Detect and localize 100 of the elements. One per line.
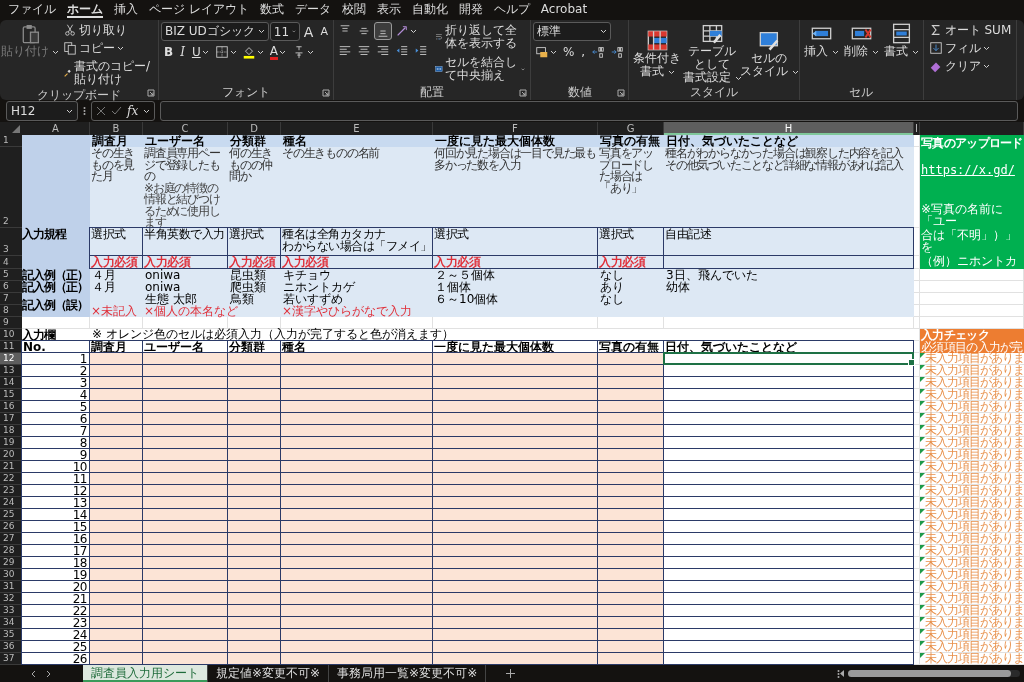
ribbon-button[interactable]: オート SUM xyxy=(925,22,1015,38)
menu-tab[interactable]: Acrobat xyxy=(540,2,588,18)
ribbon-button[interactable]: テーブルとして 書式設定 xyxy=(684,22,741,85)
menu-tab[interactable]: 校閲 xyxy=(341,2,366,18)
ribbon-button[interactable]: 書式 xyxy=(881,22,921,59)
menu-tab[interactable]: ヘルプ xyxy=(493,2,530,18)
row-header[interactable]: 13 xyxy=(0,365,22,377)
ribbon-button[interactable]: フィル xyxy=(925,40,993,56)
row-header[interactable]: 15 xyxy=(0,389,22,401)
column-header[interactable]: F xyxy=(433,122,598,135)
row-header[interactable]: 3 xyxy=(0,228,22,256)
row-header[interactable]: 27 xyxy=(0,533,22,545)
row-header[interactable]: 7 xyxy=(0,293,22,305)
ribbon-button[interactable]: A xyxy=(317,22,331,41)
more-options-icon[interactable] xyxy=(837,668,840,679)
ribbon-button[interactable]: B xyxy=(161,43,177,61)
ribbon-button[interactable]: 折り返して全体を表示する xyxy=(431,22,528,52)
sheet-tab[interactable]: 調査員入力用シート xyxy=(83,665,208,682)
ribbon-button[interactable]: 切り取り xyxy=(60,22,130,38)
row-header[interactable]: 11 xyxy=(0,341,22,353)
scroll-left-icon[interactable] xyxy=(840,670,845,677)
ribbon-button[interactable]: クリア xyxy=(925,58,993,74)
dropdown-field[interactable]: 標準 xyxy=(532,22,611,41)
ribbon-button[interactable]: U xyxy=(188,43,212,61)
menu-tab[interactable]: 自動化 xyxy=(411,2,448,18)
row-header[interactable]: 35 xyxy=(0,629,22,641)
input-cell[interactable] xyxy=(142,652,228,665)
ribbon-button[interactable]: A xyxy=(300,22,317,41)
menu-tab[interactable]: 数式 xyxy=(259,2,284,18)
dropdown-field[interactable]: BIZ UDゴシック xyxy=(161,22,269,41)
previous-sheet-icon[interactable] xyxy=(30,669,36,678)
row-header[interactable]: 1 xyxy=(0,135,22,147)
ribbon-button[interactable]: 書式のコピー/貼り付け xyxy=(60,58,156,88)
menu-tab[interactable]: 開発 xyxy=(458,2,483,18)
row-header[interactable]: 18 xyxy=(0,425,22,437)
row-header[interactable]: 10 xyxy=(0,329,22,341)
dialog-launcher-icon[interactable] xyxy=(321,89,330,97)
menu-tab[interactable]: ホーム xyxy=(67,2,103,18)
menu-tab[interactable]: 挿入 xyxy=(114,2,138,18)
ribbon-button[interactable]: 条件付き 書式 xyxy=(631,28,684,79)
column-header[interactable]: G xyxy=(598,122,664,135)
row-header[interactable]: 34 xyxy=(0,617,22,629)
menu-tab[interactable]: ファイル xyxy=(8,2,56,18)
row-header[interactable]: 20 xyxy=(0,449,22,461)
sheet-tab[interactable]: 規定値※変更不可※ xyxy=(208,665,330,682)
input-cell[interactable] xyxy=(280,652,433,665)
dialog-launcher-icon[interactable] xyxy=(518,89,527,97)
check-icon[interactable] xyxy=(111,106,122,116)
input-cell[interactable] xyxy=(663,352,914,365)
row-header[interactable]: 29 xyxy=(0,557,22,569)
row-header[interactable]: 4 xyxy=(0,256,22,269)
column-header[interactable]: E xyxy=(281,122,433,135)
menu-tab[interactable]: 表示 xyxy=(376,2,401,18)
row-header[interactable]: 33 xyxy=(0,605,22,617)
ribbon-button[interactable]: 挿入 xyxy=(802,22,841,59)
row-header[interactable]: 19 xyxy=(0,437,22,449)
menu-tab[interactable]: データ xyxy=(294,2,331,18)
font-color-button[interactable]: A xyxy=(266,43,289,61)
row-header[interactable]: 12 xyxy=(0,353,22,365)
ribbon-button[interactable]: , xyxy=(578,43,589,61)
dropdown-field[interactable]: 11 xyxy=(269,22,300,41)
ribbon-button[interactable]: セルを結合して中央揃え xyxy=(431,54,528,84)
input-cell[interactable] xyxy=(89,652,143,665)
row-header[interactable]: 22 xyxy=(0,473,22,485)
column-header[interactable]: A xyxy=(22,122,90,135)
row-header[interactable]: 30 xyxy=(0,569,22,581)
ribbon-button[interactable]: 削除 xyxy=(842,22,881,59)
ribbon-button[interactable]: セルの スタイル xyxy=(741,28,798,79)
input-cell[interactable] xyxy=(227,652,281,665)
row-header[interactable]: 25 xyxy=(0,509,22,521)
row-header[interactable]: 23 xyxy=(0,485,22,497)
ribbon-button[interactable]: コピー xyxy=(60,40,127,56)
row-header[interactable]: 16 xyxy=(0,401,22,413)
next-sheet-icon[interactable] xyxy=(46,669,52,678)
row-header[interactable]: 6 xyxy=(0,281,22,293)
row-header[interactable]: 21 xyxy=(0,461,22,473)
row-header[interactable]: 36 xyxy=(0,641,22,653)
row-header[interactable]: 32 xyxy=(0,593,22,605)
column-header[interactable]: D xyxy=(228,122,281,135)
cancel-icon[interactable] xyxy=(96,106,106,116)
row-header[interactable]: 14 xyxy=(0,377,22,389)
menu-tab[interactable]: ページ レイアウト xyxy=(149,2,249,18)
add-sheet-icon[interactable] xyxy=(506,669,516,678)
ribbon-button[interactable]: I xyxy=(177,43,188,61)
input-cell[interactable] xyxy=(432,652,598,665)
sheet-tab[interactable]: 事務局用一覧※変更不可※ xyxy=(329,665,487,682)
column-header[interactable]: B xyxy=(90,122,143,135)
row-header[interactable]: 9 xyxy=(0,317,22,329)
row-header[interactable]: 2 xyxy=(0,147,22,228)
row-header[interactable]: 26 xyxy=(0,521,22,533)
dialog-launcher-icon[interactable] xyxy=(617,89,626,97)
formula-input[interactable] xyxy=(160,101,1018,121)
input-cell[interactable] xyxy=(597,652,664,665)
input-cell[interactable] xyxy=(663,652,914,665)
row-header[interactable]: 28 xyxy=(0,545,22,557)
row-header[interactable]: 24 xyxy=(0,497,22,509)
row-header[interactable]: 31 xyxy=(0,581,22,593)
row-header[interactable]: 8 xyxy=(0,305,22,317)
insert-function-button[interactable]: fx xyxy=(127,104,139,118)
dialog-launcher-icon[interactable] xyxy=(147,89,155,97)
